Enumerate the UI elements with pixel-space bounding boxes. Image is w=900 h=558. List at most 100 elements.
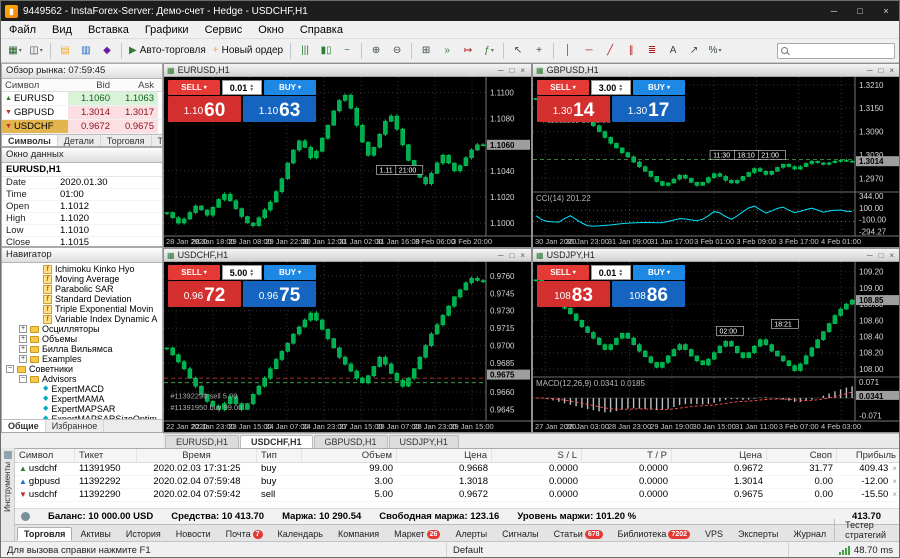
column-header-Цена[interactable]: Цена xyxy=(672,449,767,462)
chart-restore-button[interactable]: □ xyxy=(875,66,886,75)
lot-spinner-icon[interactable]: ▲▼ xyxy=(618,84,623,92)
lot-spinner-icon[interactable]: ▲▼ xyxy=(249,269,254,277)
new-chart-button[interactable]: ▦▾ xyxy=(5,41,25,61)
position-row-11391950[interactable]: ▲usdchf113919502020.02.03 17:31:25buy99.… xyxy=(15,463,900,476)
toolbox-tab-Алерты[interactable]: Алерты xyxy=(448,527,494,541)
tree-item-Examples[interactable]: +Examples xyxy=(2,354,162,364)
tree-item-Билла-Вильямса[interactable]: +Билла Вильямса xyxy=(2,344,162,354)
toolbox-tab-Почта[interactable]: Почта7 xyxy=(219,527,270,541)
lot-size-input[interactable]: 3.00▲▼ xyxy=(591,80,631,95)
tree-item-Parabolic-SAR[interactable]: fParabolic SAR xyxy=(2,284,162,294)
menu-item-Файл[interactable]: Файл xyxy=(1,21,44,38)
column-header-Тикет[interactable]: Тикет xyxy=(75,449,137,462)
buy-button[interactable]: BUY▾ xyxy=(633,80,685,95)
symbol-cell[interactable]: ▲EURUSD xyxy=(2,92,68,105)
chart-tab-EURUSD,H1[interactable]: EURUSD,H1 xyxy=(165,435,239,448)
chart-plot-area[interactable]: 0.97600.97450.97300.97150.97000.96850.96… xyxy=(164,262,531,432)
menu-item-Вставка[interactable]: Вставка xyxy=(80,21,137,38)
navigator-tab-Общие[interactable]: Общие xyxy=(2,420,46,432)
chart-close-button[interactable]: × xyxy=(886,66,897,75)
profile-selector[interactable]: Default xyxy=(447,542,789,558)
zoom-in-button[interactable]: ⊕ xyxy=(366,41,386,61)
tree-item-Variable-Index-Dynamic-A[interactable]: fVariable Index Dynamic A xyxy=(2,314,162,324)
market-watch-row-GBPUSD[interactable]: ▼GBPUSD1.30141.3017 xyxy=(2,106,162,120)
tree-item-Moving-Average[interactable]: fMoving Average xyxy=(2,274,162,284)
market-watch-tab-Детали[interactable]: Детали xyxy=(58,135,101,147)
navigator-tab-Избранное[interactable]: Избранное xyxy=(46,420,105,432)
column-header-Своп[interactable]: Своп xyxy=(767,449,837,462)
chart-restore-button[interactable]: □ xyxy=(506,251,517,260)
toolbox-tab-История[interactable]: История xyxy=(119,527,168,541)
close-position-button[interactable]: × xyxy=(892,464,897,473)
toolbox-tab-Журнал[interactable]: Журнал xyxy=(786,527,833,541)
tree-expander-icon[interactable]: + xyxy=(19,345,27,353)
toolbox-tab-Маркет[interactable]: Маркет26 xyxy=(387,527,447,541)
chart-plot-area[interactable]: 109.20109.00108.80108.60108.40108.20108.… xyxy=(533,262,900,432)
menu-item-Сервис[interactable]: Сервис xyxy=(197,21,251,38)
symbol-cell[interactable]: ▼GBPUSD xyxy=(2,106,68,119)
toolbox-tab-Активы[interactable]: Активы xyxy=(73,527,117,541)
chart-plot-area[interactable]: 1.11001.10801.10401.10201.10001.10601.11… xyxy=(164,77,531,247)
candles-mode-button[interactable]: ▮▯ xyxy=(316,41,336,61)
column-header-T / P[interactable]: T / P xyxy=(582,449,672,462)
toolbox-side-tab[interactable]: Инструменты xyxy=(1,448,15,541)
search-input[interactable] xyxy=(791,45,891,57)
column-header-Цена[interactable]: Цена xyxy=(397,449,492,462)
sell-button[interactable]: SELL▾ xyxy=(168,265,220,280)
menu-item-Окно[interactable]: Окно xyxy=(250,21,292,38)
toolbox-tab-Новости[interactable]: Новости xyxy=(169,527,218,541)
close-button[interactable]: × xyxy=(873,1,899,21)
fibo-button[interactable]: ≣ xyxy=(642,41,662,61)
toolbox-tab-Эксперты[interactable]: Эксперты xyxy=(731,527,785,541)
column-header-S / L[interactable]: S / L xyxy=(492,449,582,462)
tree-item-Осцилляторы[interactable]: +Осцилляторы xyxy=(2,324,162,334)
cursor-button[interactable]: ↖ xyxy=(508,41,528,61)
tree-item-ExpertMACD[interactable]: ◆ExpertMACD xyxy=(2,384,162,394)
strategy-tester-button[interactable]: Тестер стратегий xyxy=(834,519,900,541)
buy-price[interactable]: 1.3017 xyxy=(612,96,685,122)
arrows-button[interactable]: ↗ xyxy=(684,41,704,61)
position-row-11392290[interactable]: ▼usdchf113922902020.02.04 07:59:42sell5.… xyxy=(15,489,900,502)
lot-size-input[interactable]: 0.01▲▼ xyxy=(591,265,631,280)
shapes-button[interactable]: %▾ xyxy=(705,41,725,61)
chart-tab-USDJPY,H1[interactable]: USDJPY,H1 xyxy=(389,435,459,448)
sell-button[interactable]: SELL▾ xyxy=(168,80,220,95)
trendline-button[interactable]: ╱ xyxy=(600,41,620,61)
tree-item-ExpertMAPSAR[interactable]: ◆ExpertMAPSAR xyxy=(2,404,162,414)
market-watch-tab-Тик[interactable]: Тик xyxy=(152,135,164,147)
toolbox-tab-Компания[interactable]: Компания xyxy=(331,527,386,541)
lot-size-input[interactable]: 5.00▲▼ xyxy=(222,265,262,280)
column-header-Объем[interactable]: Объем xyxy=(302,449,397,462)
column-header-Тип[interactable]: Тип xyxy=(257,449,302,462)
hline-button[interactable]: ─ xyxy=(579,41,599,61)
chart-restore-button[interactable]: □ xyxy=(875,251,886,260)
toolbar-search[interactable] xyxy=(777,43,895,59)
lot-spinner-icon[interactable]: ▲▼ xyxy=(618,269,623,277)
chart-minimize-button[interactable]: ─ xyxy=(864,66,876,75)
market-watch-tab-Торговля[interactable]: Торговля xyxy=(101,135,152,147)
tree-item-Ichimoku-Kinko-Hyo[interactable]: fIchimoku Kinko Hyo xyxy=(2,264,162,274)
column-header-Прибыль[interactable]: Прибыль xyxy=(837,449,900,462)
indicators-button[interactable]: ƒ▾ xyxy=(479,41,499,61)
menu-item-Справка[interactable]: Справка xyxy=(292,21,351,38)
tile-windows-button[interactable]: ⊞ xyxy=(416,41,436,61)
bars-mode-button[interactable]: ||| xyxy=(295,41,315,61)
tree-expander-icon[interactable]: + xyxy=(19,335,27,343)
channel-button[interactable]: ∥ xyxy=(621,41,641,61)
menu-item-Графики[interactable]: Графики xyxy=(137,21,197,38)
tree-item-Объемы[interactable]: +Объемы xyxy=(2,334,162,344)
toolbox-tab-VPS[interactable]: VPS xyxy=(698,527,730,541)
chart-close-button[interactable]: × xyxy=(517,66,528,75)
column-header-Время[interactable]: Время xyxy=(137,449,257,462)
toolbox-tab-Сигналы[interactable]: Сигналы xyxy=(495,527,546,541)
chart-minimize-button[interactable]: ─ xyxy=(495,66,507,75)
chart-close-button[interactable]: × xyxy=(886,251,897,260)
market-watch-tab-Символы[interactable]: Символы xyxy=(2,135,58,147)
chart-tab-USDCHF,H1[interactable]: USDCHF,H1 xyxy=(240,435,313,448)
market-watch-row-EURUSD[interactable]: ▲EURUSD1.10601.1063 xyxy=(2,92,162,106)
market-watch-row-USDCHF[interactable]: ▼USDCHF0.96720.9675 xyxy=(2,120,162,134)
profiles-button[interactable]: ◫▾ xyxy=(26,41,46,61)
vline-button[interactable]: │ xyxy=(558,41,578,61)
chart-plot-area[interactable]: 1.32101.31501.30901.30301.29701.3014#113… xyxy=(533,77,900,247)
tree-item-Standard-Deviation[interactable]: fStandard Deviation xyxy=(2,294,162,304)
